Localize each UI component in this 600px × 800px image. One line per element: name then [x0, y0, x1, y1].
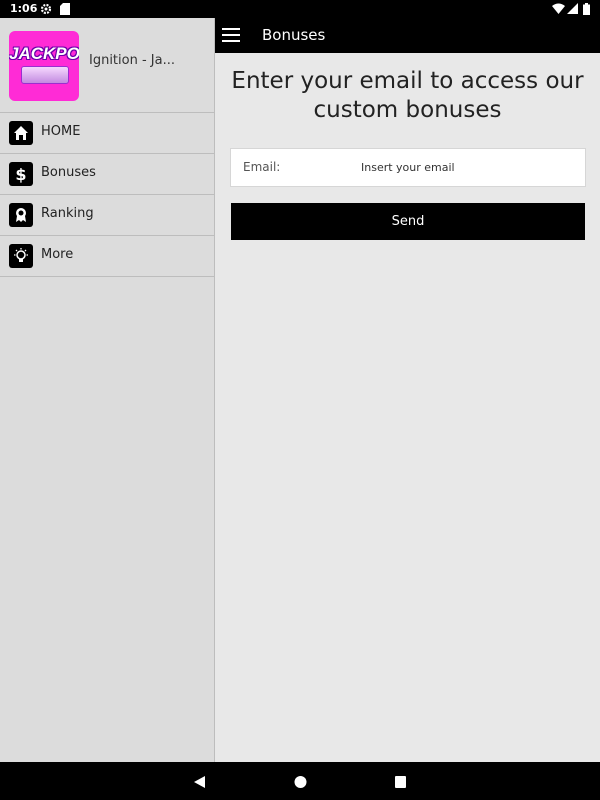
drawer-item-ranking[interactable]: Ranking [0, 195, 214, 236]
page-title: Bonuses [262, 26, 326, 44]
logo-text: JACKPOT [9, 44, 79, 63]
sd-card-icon [60, 3, 70, 18]
headline: Enter your email to access our custom bo… [231, 68, 584, 123]
app-name: Ignition - Ja... [89, 53, 175, 68]
signal-icon [567, 3, 578, 17]
gear-icon [40, 3, 52, 18]
home-icon [9, 121, 33, 145]
app-bar: Bonuses [215, 18, 600, 53]
drawer-item-label: HOME [41, 124, 81, 139]
drawer-item-home[interactable]: HOME [0, 113, 214, 154]
app-logo: JACKPOT [9, 31, 79, 101]
svg-text:$: $ [15, 165, 26, 183]
home-circle-icon[interactable] [294, 774, 307, 793]
slot-reels-graphic [21, 66, 69, 84]
navigation-drawer: JACKPOT Ignition - Ja... HOME $ Bonuses … [0, 18, 215, 762]
dollar-icon: $ [9, 162, 33, 186]
drawer-item-label: Bonuses [41, 165, 96, 180]
email-label: Email: [243, 160, 281, 174]
battery-icon [583, 3, 590, 18]
system-nav-bar [0, 762, 600, 800]
email-input[interactable] [351, 153, 589, 181]
drawer-item-label: More [41, 247, 74, 262]
status-time: 1:06 [10, 2, 38, 15]
drawer-header: JACKPOT Ignition - Ja... [0, 18, 214, 113]
lightbulb-icon [9, 244, 33, 268]
wifi-icon [552, 3, 565, 17]
recents-icon[interactable] [394, 774, 407, 793]
send-button[interactable]: Send [231, 203, 585, 240]
back-icon[interactable] [193, 774, 206, 793]
drawer-item-more[interactable]: More [0, 236, 214, 277]
ribbon-icon [9, 203, 33, 227]
drawer-item-bonuses[interactable]: $ Bonuses [0, 154, 214, 195]
main-content: Enter your email to access our custom bo… [215, 53, 600, 762]
status-bar: 1:06 [0, 0, 600, 18]
drawer-item-label: Ranking [41, 206, 94, 221]
hamburger-menu-icon[interactable] [222, 28, 240, 42]
email-field-container: Email: [230, 148, 589, 187]
